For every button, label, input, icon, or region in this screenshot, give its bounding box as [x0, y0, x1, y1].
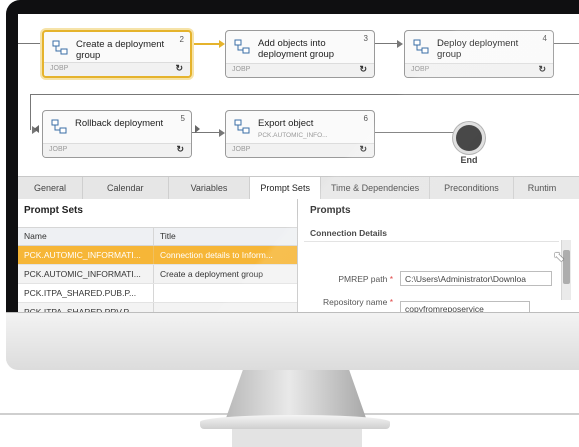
label-text: PMREP path: [338, 274, 388, 284]
task-type: JOBP: [232, 66, 251, 73]
repository-name-input[interactable]: copyfromreposervice: [400, 301, 530, 312]
left-port-icon: [34, 125, 39, 133]
section-divider: [304, 241, 559, 242]
mouse-pointer-icon: ⬉: [553, 248, 565, 264]
field-label-pmrep-path: PMREP path *: [313, 274, 393, 285]
tab-time-dependencies[interactable]: Time & Dependencies: [321, 177, 431, 199]
task-footer: JOBP ↻: [405, 63, 553, 77]
task-type: JOBP: [50, 65, 69, 72]
field-label-repository-name: Repository name *: [313, 297, 393, 308]
task-footer: JOBP ↻: [226, 63, 374, 77]
table-row[interactable]: PCK.ITPA_SHARED.PUB.P...: [18, 284, 297, 303]
workflow-task-icon: [52, 40, 68, 56]
task-name: Export object PCK.AUTOMIC_INFO...: [258, 118, 358, 141]
task-name: Rollback deployment: [75, 118, 164, 129]
workflow-task-icon: [234, 119, 250, 135]
cell-title: Connection details to Inform...: [160, 250, 273, 260]
connector-wrap-down: [30, 94, 31, 130]
cell-title: [154, 303, 297, 312]
stand-foot: [232, 429, 362, 447]
task-footer: JOBP ↻: [43, 143, 191, 157]
right-port-icon: [195, 125, 200, 133]
task-type: JOBP: [49, 146, 68, 153]
connector-2-3: [192, 43, 220, 45]
refresh-icon: ↻: [175, 63, 183, 73]
refresh-icon: ↻: [176, 144, 184, 154]
cell-title: [154, 284, 297, 302]
connector-3-4: [375, 43, 399, 44]
task-rollback-deployment[interactable]: Rollback deployment 5 JOBP ↻: [34, 110, 200, 158]
panel-title: Prompts: [310, 205, 351, 216]
required-marker: *: [389, 297, 393, 307]
prompts-panel: Prompts Connection Details PMREP path * …: [298, 199, 579, 312]
tab-general[interactable]: General: [18, 177, 84, 199]
task-name: Create a deployment group: [76, 39, 165, 61]
pmrep-path-input[interactable]: C:\Users\Administrator\Downloa: [400, 271, 552, 286]
workflow-canvas[interactable]: Create a deployment group 2 JOBP ↻ Add o…: [18, 14, 579, 176]
cell-title: Create a deployment group: [160, 269, 264, 279]
task-type: JOBP: [232, 146, 251, 153]
task-deploy-deployment-group[interactable]: Deploy deployment group 4 JOBP ↻: [404, 30, 554, 78]
task-number: 4: [542, 34, 547, 43]
tab-variables[interactable]: Variables: [169, 177, 251, 199]
prompt-sets-panel: Prompt Sets Name Title PCK.AUTOMIC_INFOR…: [18, 199, 298, 312]
required-marker: *: [389, 274, 393, 284]
end-node-icon[interactable]: [456, 125, 482, 151]
refresh-icon: ↻: [359, 64, 367, 74]
task-export-object[interactable]: Export object PCK.AUTOMIC_INFO... 6 JOBP…: [225, 110, 375, 158]
tab-prompt-sets[interactable]: Prompt Sets: [250, 177, 321, 199]
panel-title: Prompt Sets: [24, 205, 83, 216]
task-footer: JOBP ↻: [226, 143, 374, 157]
refresh-icon: ↻: [538, 64, 546, 74]
section-title: Connection Details: [310, 228, 387, 238]
arrow-3-4: [397, 40, 403, 48]
screen: Create a deployment group 2 JOBP ↻ Add o…: [18, 14, 579, 312]
task-title: Export object: [258, 118, 314, 129]
table-row[interactable]: PCK.AUTOMIC_INFORMATI... Connection deta…: [18, 246, 297, 265]
task-type: JOBP: [411, 66, 430, 73]
tab-preconditions[interactable]: Preconditions: [430, 177, 514, 199]
table-row[interactable]: PCK.AUTOMIC_INFORMATI... Create a deploy…: [18, 265, 297, 284]
cell-name: PCK.AUTOMIC_INFORMATI...: [18, 265, 154, 283]
column-title[interactable]: Title: [154, 228, 297, 245]
label-text: Repository name: [323, 297, 388, 307]
tab-runtime[interactable]: Runtim: [514, 177, 557, 199]
workflow-task-icon: [51, 119, 67, 135]
connector-6-end: [375, 132, 453, 133]
task-number: 3: [363, 34, 368, 43]
table-row[interactable]: PCK.ITPA_SHARED.PRV.P...: [18, 303, 297, 312]
column-name[interactable]: Name: [18, 228, 154, 245]
monitor-base: [200, 415, 390, 429]
tab-calendar[interactable]: Calendar: [83, 177, 169, 199]
connector-wrap-top: [30, 94, 579, 95]
task-footer: JOBP ↻: [44, 62, 190, 76]
task-name: Deploy deployment group: [437, 38, 519, 60]
task-number: 2: [179, 35, 184, 44]
connector-4-out: [554, 43, 579, 44]
task-create-deployment-group[interactable]: Create a deployment group 2 JOBP ↻: [42, 30, 192, 78]
cell-name: PCK.AUTOMIC_INFORMATI...: [18, 246, 154, 264]
monitor-stand: [226, 370, 366, 418]
table-header: Name Title: [18, 227, 297, 246]
connector-start: [18, 43, 42, 44]
task-number: 6: [363, 114, 368, 123]
refresh-icon: ↻: [359, 144, 367, 154]
task-subtitle: PCK.AUTOMIC_INFO...: [258, 132, 328, 139]
cell-name: PCK.ITPA_SHARED.PRV.P...: [18, 303, 154, 312]
end-label: End: [460, 155, 478, 165]
property-tabs: General Calendar Variables Prompt Sets T…: [18, 176, 579, 200]
workflow-task-icon: [413, 39, 429, 55]
monitor-chin: [6, 312, 579, 370]
task-add-objects[interactable]: Add objects into deployment group 3 JOBP…: [225, 30, 375, 78]
task-name: Add objects into deployment group: [258, 38, 335, 60]
task-number: 5: [180, 114, 185, 123]
cell-name: PCK.ITPA_SHARED.PUB.P...: [18, 284, 154, 302]
workflow-task-icon: [234, 39, 250, 55]
